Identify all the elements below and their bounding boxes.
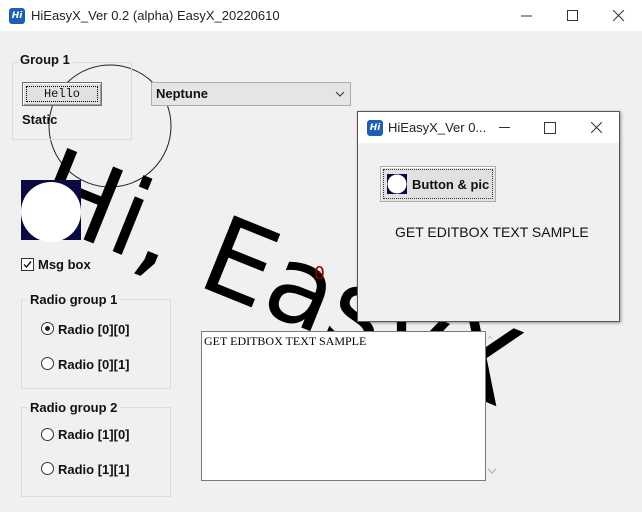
checkmark-icon xyxy=(23,261,32,269)
close-icon xyxy=(613,10,625,22)
counter-text: 0 xyxy=(314,263,325,284)
pic-thumbnail-icon xyxy=(387,174,407,194)
button-and-pic[interactable]: Button & pic xyxy=(380,166,496,202)
editbox-text: GET EDITBOX TEXT SAMPLE xyxy=(204,334,367,348)
msg-box-label: Msg box xyxy=(38,257,91,272)
pic-button-label: Button & pic xyxy=(412,177,490,192)
focus-rect xyxy=(26,86,98,102)
radio-group-2-box xyxy=(21,407,171,497)
radio-group-1-box xyxy=(21,299,171,389)
radio-1-0-label: Radio [1][0] xyxy=(58,427,130,442)
multiline-editbox[interactable]: GET EDITBOX TEXT SAMPLE xyxy=(201,331,486,481)
radio-0-0-label: Radio [0][0] xyxy=(58,322,130,337)
radio-selected-dot xyxy=(45,326,50,331)
child-maximize-icon[interactable] xyxy=(544,122,556,134)
window-title: HiEasyX_Ver 0.2 (alpha) EasyX_20220610 xyxy=(31,8,280,23)
radio-0-0[interactable] xyxy=(41,322,54,335)
radio-1-1[interactable] xyxy=(41,462,54,475)
hello-button[interactable]: Hello xyxy=(22,82,102,106)
child-window-title: HiEasyX_Ver 0... xyxy=(388,120,487,135)
child-sample-text: GET EDITBOX TEXT SAMPLE xyxy=(395,224,589,240)
msg-box-checkbox[interactable] xyxy=(21,258,34,271)
radio-group-2-label: Radio group 2 xyxy=(27,400,121,415)
minimize-icon xyxy=(521,15,532,17)
pic-image xyxy=(21,180,81,242)
child-title-bar[interactable]: Hi HiEasyX_Ver 0... xyxy=(358,112,619,143)
static-label: Static xyxy=(22,112,58,127)
scroll-up-icon[interactable]: ^ xyxy=(488,334,492,344)
minimize-button[interactable] xyxy=(504,0,550,31)
scroll-down-icon[interactable] xyxy=(487,467,497,475)
maximize-icon xyxy=(567,10,578,21)
radio-group-1-label: Radio group 1 xyxy=(27,292,121,307)
chevron-down-icon xyxy=(335,91,345,97)
planet-combo[interactable]: Neptune xyxy=(151,82,351,106)
child-app-icon: Hi xyxy=(367,120,383,136)
combo-selected: Neptune xyxy=(156,86,208,101)
app-icon: Hi xyxy=(9,8,25,24)
radio-1-0[interactable] xyxy=(41,428,54,441)
title-bar[interactable]: Hi HiEasyX_Ver 0.2 (alpha) EasyX_2022061… xyxy=(0,0,642,31)
child-close-icon[interactable] xyxy=(591,122,602,133)
radio-1-1-label: Radio [1][1] xyxy=(58,462,130,477)
group-1-label: Group 1 xyxy=(17,52,73,67)
close-button[interactable] xyxy=(596,0,642,31)
child-minimize-icon[interactable] xyxy=(499,127,510,128)
radio-0-1-label: Radio [0][1] xyxy=(58,357,130,372)
child-window[interactable]: Hi HiEasyX_Ver 0... Button & pic GET EDI… xyxy=(357,111,620,322)
maximize-button[interactable] xyxy=(550,0,596,31)
radio-0-1[interactable] xyxy=(41,357,54,370)
